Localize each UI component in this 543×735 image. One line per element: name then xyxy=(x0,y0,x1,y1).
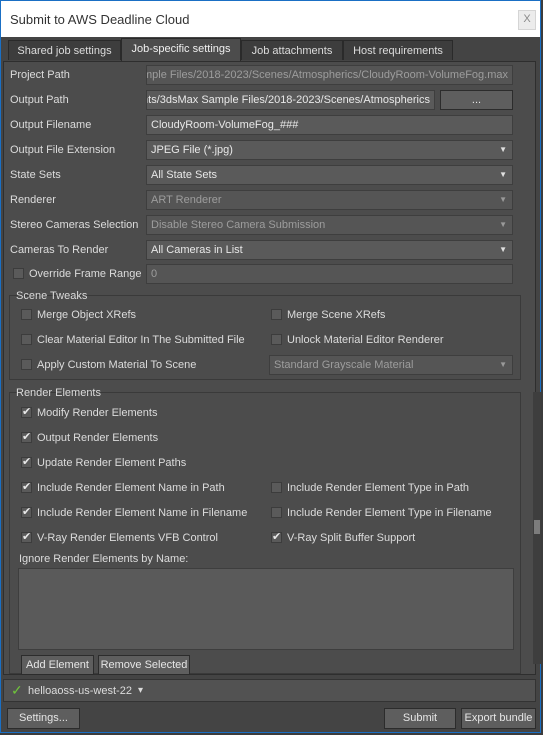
include-type-in-path-label: Include Render Element Type in Path xyxy=(287,482,470,494)
check-icon: ✔ xyxy=(22,406,32,418)
include-type-in-filename-checkbox[interactable] xyxy=(271,507,282,518)
state-sets-label: State Sets xyxy=(10,169,61,181)
include-type-in-filename-label: Include Render Element Type in Filename xyxy=(287,507,492,519)
vray-split-buffer-label: V-Ray Split Buffer Support xyxy=(287,532,416,544)
renderer-label: Renderer xyxy=(10,194,56,206)
cameras-to-render-dropdown[interactable]: All Cameras in List ▼ xyxy=(146,240,513,260)
tab-job-specific-settings[interactable]: Job-specific settings xyxy=(121,38,241,61)
tab-host-requirements[interactable]: Host requirements xyxy=(343,40,453,60)
vray-vfb-control-checkbox[interactable]: ✔ xyxy=(21,531,32,543)
stereo-cameras-label: Stereo Cameras Selection xyxy=(10,219,139,231)
clear-material-editor-label: Clear Material Editor In The Submitted F… xyxy=(37,334,245,346)
update-render-element-paths-checkbox[interactable]: ✔ xyxy=(21,456,32,468)
include-name-in-filename-label: Include Render Element Name in Filename xyxy=(37,507,248,519)
unlock-material-editor-checkbox[interactable] xyxy=(271,334,282,345)
close-button[interactable]: X xyxy=(518,10,536,30)
export-bundle-button[interactable]: Export bundle xyxy=(461,708,536,729)
check-icon: ✔ xyxy=(22,531,32,543)
modify-render-elements-checkbox[interactable]: ✔ xyxy=(21,406,32,418)
stereo-cameras-dropdown: Disable Stereo Camera Submission ▼ xyxy=(146,215,513,235)
chevron-down-icon: ▼ xyxy=(499,170,507,179)
scrollbar-thumb[interactable] xyxy=(534,520,540,534)
tab-shared-job-settings[interactable]: Shared job settings xyxy=(8,40,121,60)
check-icon: ✔ xyxy=(22,456,32,468)
deadline-profile-bar[interactable]: ✓ helloaoss-us-west-22 ▾ xyxy=(3,679,536,702)
check-icon: ✔ xyxy=(22,506,32,518)
merge-scene-xrefs-label: Merge Scene XRefs xyxy=(287,309,386,321)
include-name-in-filename-checkbox[interactable]: ✔ xyxy=(21,506,32,518)
render-elements-title: Render Elements xyxy=(16,387,101,399)
chevron-down-icon: ▼ xyxy=(499,195,507,204)
chevron-down-icon[interactable]: ▾ xyxy=(138,685,143,696)
merge-scene-xrefs-checkbox[interactable] xyxy=(271,309,282,320)
modify-render-elements-label: Modify Render Elements xyxy=(37,407,158,419)
include-name-in-path-checkbox[interactable]: ✔ xyxy=(21,481,32,493)
add-element-button[interactable]: Add Element xyxy=(21,655,94,675)
output-path-field[interactable]: C:/Users/Public/Documents/3dsMax Sample … xyxy=(146,90,435,110)
vray-split-buffer-checkbox[interactable]: ✔ xyxy=(271,531,282,543)
chevron-down-icon: ▼ xyxy=(499,145,507,154)
state-sets-dropdown[interactable]: All State Sets ▼ xyxy=(146,165,513,185)
remove-selected-button[interactable]: Remove Selected xyxy=(98,655,190,675)
chevron-down-icon: ▼ xyxy=(499,360,507,369)
output-filename-field[interactable]: CloudyRoom-VolumeFog_### xyxy=(146,115,513,135)
merge-object-xrefs-checkbox[interactable] xyxy=(21,309,32,320)
check-icon: ✔ xyxy=(272,531,282,543)
override-frame-range-checkbox[interactable] xyxy=(13,268,24,279)
output-filename-label: Output Filename xyxy=(10,119,92,131)
override-frame-range-label: Override Frame Range xyxy=(29,268,142,280)
include-type-in-path-checkbox[interactable] xyxy=(271,482,282,493)
chevron-down-icon: ▼ xyxy=(499,245,507,254)
project-path-field: C:/Users/Public/Documents/3dsMax Sample … xyxy=(146,65,513,85)
tab-job-attachments[interactable]: Job attachments xyxy=(241,40,343,60)
output-path-label: Output Path xyxy=(10,94,69,106)
settings-button[interactable]: Settings... xyxy=(7,708,80,729)
custom-material-dropdown: Standard Grayscale Material ▼ xyxy=(269,355,513,375)
browse-output-path-button[interactable]: ... xyxy=(440,90,513,110)
renderer-dropdown: ART Renderer ▼ xyxy=(146,190,513,210)
merge-object-xrefs-label: Merge Object XRefs xyxy=(37,309,137,321)
apply-custom-material-label: Apply Custom Material To Scene xyxy=(37,359,197,371)
scene-tweaks-title: Scene Tweaks xyxy=(16,290,88,302)
frame-range-field: 0 xyxy=(146,264,513,284)
render-elements-scrollbar[interactable] xyxy=(533,392,541,664)
profile-name: helloaoss-us-west-22 xyxy=(28,685,132,697)
output-extension-dropdown[interactable]: JPEG File (*.jpg) ▼ xyxy=(146,140,513,160)
clear-material-editor-checkbox[interactable] xyxy=(21,334,32,345)
window-title: Submit to AWS Deadline Cloud xyxy=(10,12,190,27)
check-icon: ✔ xyxy=(22,481,32,493)
include-name-in-path-label: Include Render Element Name in Path xyxy=(37,482,225,494)
cameras-to-render-label: Cameras To Render xyxy=(10,244,109,256)
chevron-down-icon: ▼ xyxy=(499,220,507,229)
output-render-elements-checkbox[interactable]: ✔ xyxy=(21,431,32,443)
ignore-render-elements-label: Ignore Render Elements by Name: xyxy=(19,553,189,565)
title-bar: Submit to AWS Deadline Cloud X xyxy=(1,1,540,37)
output-extension-label: Output File Extension xyxy=(10,144,116,156)
output-render-elements-label: Output Render Elements xyxy=(37,432,159,444)
ignore-render-elements-list[interactable] xyxy=(18,568,514,650)
submit-button[interactable]: Submit xyxy=(384,708,456,729)
check-icon: ✔ xyxy=(22,431,32,443)
project-path-label: Project Path xyxy=(10,69,70,81)
unlock-material-editor-label: Unlock Material Editor Renderer xyxy=(287,334,444,346)
status-ok-icon: ✓ xyxy=(11,682,23,698)
update-render-element-paths-label: Update Render Element Paths xyxy=(37,457,187,469)
vray-vfb-control-label: V-Ray Render Elements VFB Control xyxy=(37,532,218,544)
apply-custom-material-checkbox[interactable] xyxy=(21,359,32,370)
